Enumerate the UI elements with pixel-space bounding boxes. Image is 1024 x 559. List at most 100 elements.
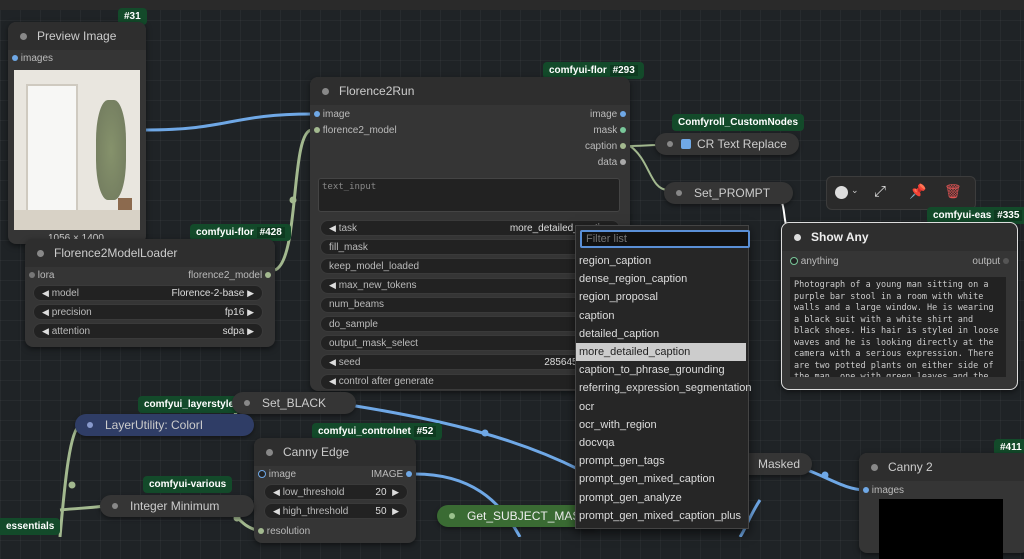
- collapse-dot-icon[interactable]: [20, 32, 27, 40]
- node-header[interactable]: Show Any: [782, 223, 1017, 251]
- dropdown-item[interactable]: caption_to_phrase_grounding: [576, 361, 746, 379]
- collapse-dot-icon[interactable]: [87, 422, 93, 428]
- dropdown-item[interactable]: prompt_gen_mixed_caption: [576, 470, 746, 488]
- set-black-node[interactable]: Set_BLACK: [232, 392, 356, 414]
- pin-icon[interactable]: 📌: [909, 183, 926, 200]
- number-high-threshold[interactable]: ◀ high_threshold 50 ▶: [264, 503, 408, 519]
- trash-icon[interactable]: 🗑: [944, 183, 962, 200]
- node-header[interactable]: Canny Edge: [254, 438, 416, 466]
- florence2-model-loader-node[interactable]: Florence2ModelLoader lora florence2_mode…: [25, 239, 275, 347]
- input-pin-icon[interactable]: [314, 111, 320, 118]
- input-pin-icon[interactable]: [29, 272, 35, 279]
- output-pin-icon[interactable]: [620, 143, 626, 150]
- arrow-right-icon[interactable]: ▶: [392, 487, 399, 498]
- input-pin-icon[interactable]: [863, 487, 869, 494]
- wand-icon[interactable]: ⤢: [874, 183, 886, 200]
- output-slot-image[interactable]: IMAGE: [371, 469, 412, 480]
- collapse-dot-icon[interactable]: [112, 503, 118, 509]
- output-pin-icon[interactable]: [1003, 258, 1009, 265]
- output-slot-image[interactable]: image: [590, 109, 626, 120]
- dropdown-item[interactable]: prompt_gen_analyze: [576, 489, 746, 507]
- input-slot-image[interactable]: image: [258, 469, 296, 480]
- canny2-preview-node[interactable]: Canny 2 images: [859, 453, 1024, 559]
- collapse-dot-icon[interactable]: [871, 463, 878, 471]
- node-header[interactable]: Florence2ModelLoader: [25, 239, 275, 267]
- canny-edge-node[interactable]: Canny Edge image IMAGE ◀ low_threshold 20…: [254, 438, 416, 543]
- layer-utility-node[interactable]: LayerUtility: ColorI: [75, 414, 254, 436]
- dropdown-item[interactable]: prompt_gen_mixed_caption_plus: [576, 507, 746, 525]
- node-header[interactable]: Preview Image: [8, 22, 146, 50]
- combo-model[interactable]: ◀ model Florence-2-base ▶: [33, 285, 263, 301]
- collapse-dot-icon[interactable]: [322, 87, 329, 95]
- arrow-left-icon[interactable]: ◀: [329, 376, 336, 387]
- preview-image-node[interactable]: Preview Image images 1056 × 1400: [8, 22, 146, 244]
- collapse-dot-icon[interactable]: [667, 141, 673, 147]
- arrow-left-icon[interactable]: ◀: [273, 487, 280, 498]
- collapse-dot-icon[interactable]: [676, 190, 682, 196]
- output-pin-icon[interactable]: [620, 159, 626, 166]
- filter-list-input[interactable]: [580, 230, 750, 248]
- dropdown-item[interactable]: docvqa: [576, 434, 746, 452]
- color-circle-icon[interactable]: [835, 186, 848, 199]
- chevron-down-icon[interactable]: ⌄: [851, 185, 859, 196]
- dropdown-item[interactable]: prompt_gen_tags: [576, 452, 746, 470]
- collapse-dot-icon[interactable]: [37, 249, 44, 257]
- output-slot-data[interactable]: data: [598, 157, 626, 168]
- input-pin-icon[interactable]: [790, 257, 798, 266]
- set-prompt-node[interactable]: Set_PROMPT: [664, 182, 793, 204]
- output-pin-icon[interactable]: [620, 127, 626, 134]
- input-slot-anything[interactable]: anything: [790, 256, 839, 267]
- input-pin-icon[interactable]: [258, 470, 266, 479]
- dropdown-item[interactable]: region_caption: [576, 252, 746, 270]
- input-pin-icon[interactable]: [12, 55, 18, 62]
- collapse-dot-icon[interactable]: [244, 400, 250, 406]
- arrow-right-icon[interactable]: ▶: [247, 326, 254, 337]
- output-text-area[interactable]: Photograph of a young man sitting on a p…: [790, 277, 1006, 377]
- dropdown-item[interactable]: more_detailed_caption: [576, 343, 746, 361]
- output-slot-florence2-model[interactable]: florence2_model: [188, 270, 271, 281]
- arrow-right-icon[interactable]: ▶: [247, 307, 254, 318]
- arrow-left-icon[interactable]: ◀: [42, 326, 49, 337]
- arrow-left-icon[interactable]: ◀: [42, 288, 49, 299]
- dropdown-item[interactable]: ocr_with_region: [576, 416, 746, 434]
- output-slot-mask[interactable]: mask: [593, 125, 626, 136]
- arrow-left-icon[interactable]: ◀: [42, 307, 49, 318]
- dropdown-item[interactable]: ocr: [576, 398, 746, 416]
- input-pin-icon[interactable]: [314, 127, 320, 134]
- dropdown-item[interactable]: referring_expression_segmentation: [576, 379, 751, 397]
- show-any-node[interactable]: Show Any anything output Photograph of a…: [781, 222, 1018, 390]
- text-input-area[interactable]: text_input: [318, 178, 620, 212]
- combo-attention[interactable]: ◀ attention sdpa ▶: [33, 323, 263, 339]
- input-slot-lora[interactable]: lora: [29, 270, 54, 281]
- arrow-right-icon[interactable]: ▶: [247, 288, 254, 299]
- collapse-dot-icon[interactable]: [794, 233, 801, 241]
- dropdown-item[interactable]: dense_region_caption: [576, 270, 746, 288]
- node-header[interactable]: Florence2Run: [310, 77, 630, 105]
- dropdown-item[interactable]: caption: [576, 307, 746, 325]
- output-slot-output[interactable]: output: [972, 256, 1009, 267]
- output-pin-icon[interactable]: [620, 111, 626, 118]
- output-pin-icon[interactable]: [406, 471, 412, 478]
- arrow-left-icon[interactable]: ◀: [329, 223, 336, 234]
- node-header[interactable]: Canny 2: [859, 453, 1024, 481]
- arrow-right-icon[interactable]: ▶: [392, 506, 399, 517]
- input-slot-florence2-model[interactable]: florence2_model: [314, 125, 397, 136]
- collapse-dot-icon[interactable]: [266, 448, 273, 456]
- number-low-threshold[interactable]: ◀ low_threshold 20 ▶: [264, 484, 408, 500]
- arrow-left-icon[interactable]: ◀: [329, 357, 336, 368]
- input-slot-images[interactable]: images: [863, 485, 904, 496]
- integer-minimum-node[interactable]: Integer Minimum: [100, 495, 254, 517]
- output-pin-icon[interactable]: [265, 272, 271, 279]
- input-slot-image[interactable]: image: [314, 109, 350, 120]
- input-pin-icon[interactable]: [258, 528, 264, 535]
- combo-precision[interactable]: ◀ precision fp16 ▶: [33, 304, 263, 320]
- output-slot-caption[interactable]: caption: [585, 141, 626, 152]
- arrow-left-icon[interactable]: ◀: [273, 506, 280, 517]
- cr-text-replace-node[interactable]: CR Text Replace: [655, 133, 799, 155]
- dropdown-item[interactable]: region_proposal: [576, 288, 746, 306]
- collapse-dot-icon[interactable]: [449, 513, 455, 519]
- arrow-left-icon[interactable]: ◀: [329, 280, 336, 291]
- input-slot-images[interactable]: images: [12, 53, 53, 64]
- input-slot-resolution[interactable]: resolution: [258, 526, 310, 537]
- dropdown-item[interactable]: detailed_caption: [576, 325, 746, 343]
